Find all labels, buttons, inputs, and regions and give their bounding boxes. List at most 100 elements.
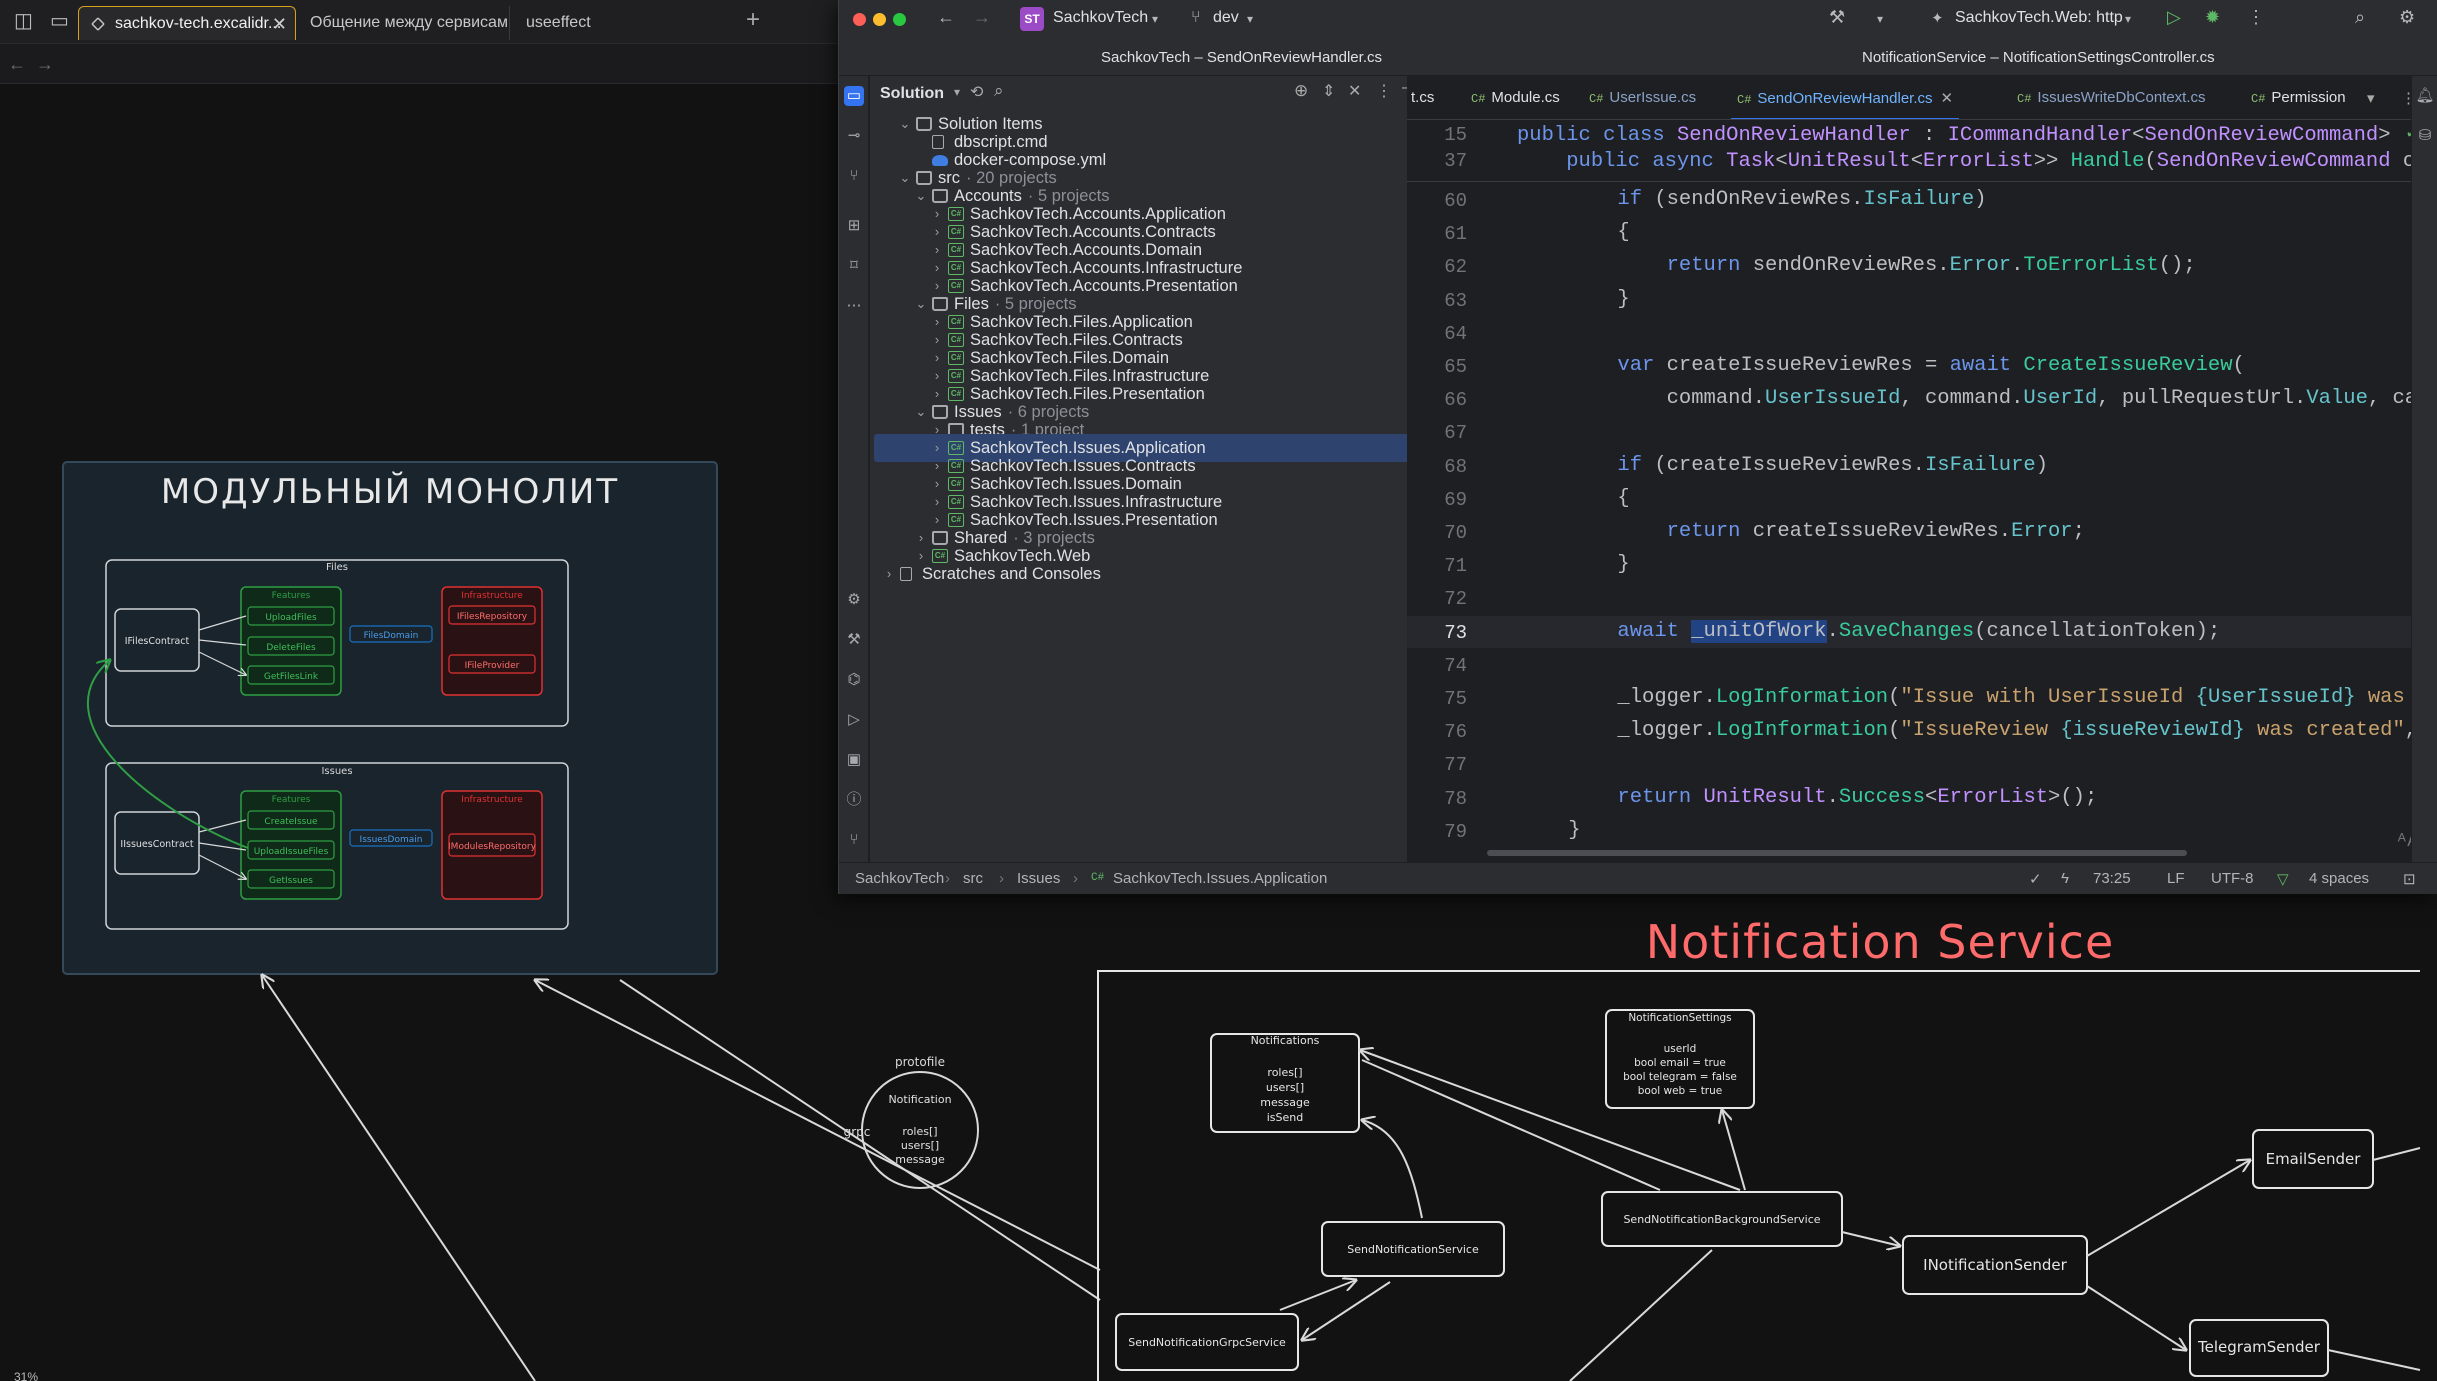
endpoints-icon[interactable]: ⌬ (844, 670, 864, 690)
code-line[interactable]: var createIssueReviewRes = await CreateI… (1519, 354, 2244, 377)
search-icon[interactable]: ⌕ (2355, 7, 2365, 28)
sticky-scroll-header: 15 public class SendOnReviewHandler : ICo… (1407, 120, 2437, 182)
code-line[interactable]: if (sendOnReviewRes.IsFailure) (1519, 188, 1986, 211)
git-icon[interactable]: ⑂ (844, 830, 864, 850)
shield-icon[interactable]: ▽ (2277, 870, 2289, 888)
solution-explorer: Solution ▾ ⟲ ⌕ ⊕ ⇕ ✕ ⋮ — ⌄Solution Items… (870, 76, 1445, 862)
editor-tab[interactable]: C# UserIssue.cs (1589, 89, 1696, 106)
inspections-icon[interactable]: ✓ (2029, 870, 2042, 888)
protofile-label: protofile (895, 1055, 945, 1069)
back-icon[interactable]: ← (937, 7, 955, 28)
pull-requests-icon[interactable]: ⑂ (844, 166, 864, 186)
editor-tab[interactable]: C# Permission (2251, 89, 2346, 106)
solution-label[interactable]: Solution (880, 85, 944, 103)
build-icon[interactable]: ⚒ (844, 630, 864, 650)
horizontal-scrollbar[interactable] (1487, 850, 2187, 856)
entity-field: bool telegram = false (1623, 1071, 1737, 1083)
line-number: 77 (1444, 754, 1467, 777)
collapse-all-icon[interactable]: ✕ (1348, 81, 1361, 101)
code-line[interactable]: return sendOnReviewRes.Error.ToErrorList… (1519, 254, 2196, 277)
sync-icon[interactable]: ⟲ (970, 82, 983, 102)
editor-tab-active[interactable]: C# SendOnReviewHandler.cs ✕ (1730, 89, 1960, 119)
settings-icon[interactable]: ⚙ (2399, 7, 2415, 28)
services-icon[interactable]: ⚙ (844, 590, 864, 610)
editor-tab[interactable]: C# Module.cs (1471, 89, 1560, 106)
code-line[interactable]: } (1519, 819, 1580, 842)
code-line[interactable]: } (1519, 288, 1629, 311)
close-tab-icon[interactable]: ✕ (1941, 90, 1954, 107)
chevron-right-icon[interactable]: › (882, 560, 896, 588)
code-line[interactable]: return UnitResult.Success<ErrorList>(); (1519, 786, 2097, 809)
line-number: 74 (1444, 654, 1467, 677)
expand-all-icon[interactable]: ⇕ (1322, 81, 1335, 101)
line-number: 64 (1444, 322, 1467, 345)
line-separator[interactable]: LF (2167, 870, 2185, 887)
breadcrumb-item[interactable]: SachkovTech (855, 870, 944, 887)
code-line[interactable]: _logger.LogInformation("IssueReview {iss… (1519, 719, 2417, 742)
notifications-icon[interactable]: 🔔︎ (2415, 86, 2435, 106)
problems-icon[interactable]: ⓘ (844, 790, 864, 810)
code-line[interactable]: await _unitOfWork.SaveChanges(cancellati… (1519, 619, 2220, 643)
settings-entity-title: NotificationSettings (1628, 1012, 1731, 1024)
options-icon[interactable]: ⋮ (1376, 81, 1392, 101)
proto-field: message (895, 1153, 945, 1166)
proto-field: users[] (901, 1139, 939, 1152)
breadcrumb-item[interactable]: Issues (1017, 870, 1060, 887)
code-line[interactable]: _logger.LogInformation("Issue with UserI… (1519, 686, 2417, 709)
bookmark-icon[interactable]: ⌑ (844, 256, 864, 276)
caret-position[interactable]: 73:25 (2093, 870, 2131, 887)
lock-icon[interactable]: ⊡ (2403, 870, 2416, 888)
database-icon[interactable]: ⛁ (2415, 126, 2435, 146)
code-line[interactable]: } (1519, 553, 1629, 576)
editor-tab[interactable]: t.cs (1411, 89, 1434, 106)
run-icon[interactable]: ▷ (844, 710, 864, 730)
commit-icon[interactable]: ⊸ (844, 126, 864, 146)
tree-item[interactable]: › Scratches and Consoles (874, 560, 1434, 588)
tab-list-chevron-icon[interactable]: ▾ (2367, 89, 2375, 107)
close-window-button[interactable] (853, 13, 866, 26)
chevron-down-icon[interactable]: ▾ (2125, 12, 2131, 26)
chevron-down-icon[interactable]: ▾ (1152, 12, 1158, 26)
chevron-down-icon[interactable]: ▾ (954, 85, 960, 99)
folder-icon[interactable]: ▭ (844, 86, 864, 106)
breadcrumb-item[interactable]: SachkovTech.Issues.Application (1113, 870, 1327, 887)
code-line[interactable]: { (1519, 487, 1629, 510)
code-line[interactable]: command.UserIssueId, command.UserId, pul… (1519, 387, 2417, 410)
branch-icon: ⑂ (1191, 9, 1201, 26)
debug-icon[interactable]: ✹ (2205, 7, 2220, 28)
chevron-down-icon[interactable]: ▾ (1247, 12, 1253, 26)
line-number: 62 (1444, 256, 1467, 279)
hammer-icon[interactable]: ⚒ (1829, 7, 1845, 28)
locate-icon[interactable]: ⊕ (1294, 81, 1308, 101)
editor-tab[interactable]: C# IssuesWriteDbContext.cs (2017, 89, 2206, 106)
run-configuration[interactable]: SachkovTech.Web: http (1955, 9, 2123, 27)
branch-name[interactable]: dev (1213, 9, 1239, 27)
structure-icon[interactable]: ⊞ (844, 216, 864, 236)
zoom-level[interactable]: 31% (14, 1370, 38, 1381)
minimize-window-button[interactable] (873, 13, 886, 26)
indent-setting[interactable]: 4 spaces (2309, 870, 2369, 887)
forward-icon[interactable]: → (973, 7, 991, 28)
window-title-right: NotificationService – NotificationSettin… (1862, 49, 2215, 66)
sticky-code-line[interactable]: public class SendOnReviewHandler : IComm… (1517, 124, 2391, 147)
line-number: 79 (1444, 820, 1467, 843)
run-icon[interactable]: ▷ (2167, 7, 2181, 28)
chevron-down-icon[interactable]: ▾ (1877, 12, 1883, 26)
more-tools-icon[interactable]: ⋯ (844, 296, 864, 316)
project-badge[interactable]: ST (1020, 7, 1044, 31)
sticky-code-line[interactable]: public async Task<UnitResult<ErrorList>>… (1517, 150, 2427, 173)
breadcrumb-item[interactable]: src (963, 870, 983, 887)
search-icon[interactable]: ⌕ (994, 81, 1004, 101)
files-infra-box[interactable] (441, 586, 543, 696)
more-actions-icon[interactable]: ⋮ (2247, 7, 2265, 28)
code-line[interactable]: return createIssueReviewRes.Error; (1519, 520, 2085, 543)
ai-icon[interactable]: ϟ (2061, 870, 2069, 887)
file-encoding[interactable]: UTF-8 (2211, 870, 2254, 887)
zoom-window-button[interactable] (893, 13, 906, 26)
code-editor[interactable]: 60 if (sendOnReviewRes.IsFailure) 61 {62 … (1407, 120, 2437, 862)
monolith-frame[interactable] (62, 461, 718, 975)
code-line[interactable]: if (createIssueReviewRes.IsFailure) (1519, 454, 2048, 477)
code-line[interactable]: { (1519, 221, 1629, 244)
project-name[interactable]: SachkovTech (1053, 9, 1148, 27)
terminal-icon[interactable]: ▣ (844, 750, 864, 770)
